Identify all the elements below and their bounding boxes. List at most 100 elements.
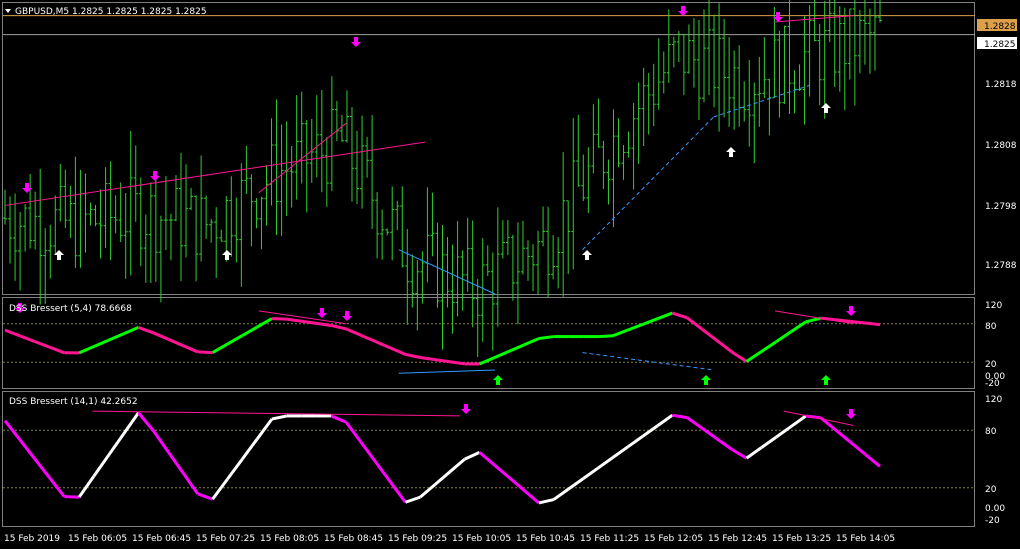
down-arrow-icon: [678, 6, 688, 16]
price-tick: 1.2798: [985, 202, 1017, 212]
price-bar: [199, 155, 204, 262]
oscillator-segment: [92, 454, 111, 477]
oscillator-segment: [18, 438, 36, 460]
oscillator-segment: [715, 339, 733, 354]
price-bar: [571, 118, 576, 270]
oscillator-segment: [181, 471, 200, 495]
price-bar: [767, 79, 772, 136]
price-bar: [179, 152, 184, 282]
down-arrow-icon: [846, 306, 856, 316]
price-bar: [405, 229, 410, 325]
oscillator-segment: [166, 450, 185, 474]
price-bar: [214, 207, 219, 278]
price-bar: [375, 191, 380, 259]
price-bar: [239, 163, 244, 287]
price-bar: [460, 250, 465, 311]
ind1-tick: 20: [985, 360, 997, 370]
price-bar: [98, 189, 103, 259]
ind2-tick: 20: [985, 485, 997, 495]
divergence-line: [582, 352, 714, 371]
price-bar: [274, 99, 279, 236]
trading-chart[interactable]: GBPUSD,M5 1.2825 1.2825 1.2825 1.2825 DS…: [0, 0, 1020, 549]
oscillator-segment: [523, 337, 540, 347]
price-bar: [651, 63, 656, 127]
price-bar: [701, 9, 706, 103]
main-pane[interactable]: [2, 2, 975, 295]
price-bar: [727, 37, 732, 127]
price-bar: [616, 118, 621, 168]
oscillator-segment: [389, 481, 407, 504]
oscillator-segment: [864, 453, 881, 468]
price-bar: [611, 109, 616, 228]
divergence-line: [92, 410, 461, 417]
price-bar: [666, 9, 671, 83]
oscillator-segment: [48, 476, 66, 498]
down-arrow-icon: [150, 171, 160, 181]
up-arrow-icon: [726, 147, 736, 157]
price-bar: [691, 18, 696, 88]
indicator1-label: DSS Bressert (5,4) 78.6668: [9, 304, 132, 314]
price-bar: [510, 234, 515, 301]
up-arrow-icon: [701, 375, 711, 385]
oscillator-segment: [419, 483, 437, 499]
price-bar: [204, 195, 209, 239]
down-arrow-icon: [846, 409, 856, 419]
price-bar: [299, 91, 304, 184]
price-bar: [561, 152, 566, 297]
oscillator-segment: [271, 414, 288, 421]
price-bar: [656, 38, 661, 110]
oscillator-segment: [286, 317, 302, 323]
price-bar: [671, 36, 676, 68]
oscillator-segment: [671, 311, 688, 320]
price-bar: [596, 98, 601, 148]
price-bar: [254, 198, 259, 229]
price-bar: [440, 225, 445, 350]
price-bar: [118, 182, 123, 242]
oscillator-segment: [375, 340, 392, 350]
price-bar: [822, 1, 827, 119]
oscillator-segment: [137, 326, 154, 335]
divergence-line: [582, 116, 715, 251]
price-bar: [536, 230, 541, 295]
price-bar: [661, 51, 666, 94]
price-bar: [475, 278, 480, 358]
price-bar: [334, 100, 339, 142]
symbol-menu-icon[interactable]: [5, 9, 11, 13]
price-bar: [3, 189, 7, 225]
oscillator-segment: [805, 316, 822, 324]
indicator1-pane[interactable]: [2, 297, 975, 389]
main-header: GBPUSD,M5 1.2825 1.2825 1.2825 1.2825: [15, 7, 207, 17]
oscillator-segment: [123, 326, 140, 336]
up-arrow-icon: [222, 250, 232, 260]
oscillator-segment: [538, 498, 555, 505]
oscillator-segment: [865, 321, 881, 327]
oscillator-segment: [33, 457, 51, 479]
price-bar: [324, 137, 329, 207]
oscillator-segment: [701, 426, 718, 440]
price-bar: [747, 60, 752, 147]
price-bar: [23, 204, 28, 252]
oscillator-segment: [211, 478, 229, 501]
oscillator-segment: [152, 331, 169, 341]
time-label: 15 Feb 13:25: [772, 534, 831, 544]
time-label: 15 Feb 07:25: [196, 534, 255, 544]
price-bar: [541, 206, 546, 247]
price-bar: [525, 240, 530, 281]
bid-price-label: 1.2825: [984, 40, 1016, 50]
down-arrow-icon: [461, 404, 471, 414]
up-arrow-icon: [582, 250, 592, 260]
time-axis: 15 Feb 2019 15 Feb 06:05 15 Feb 06:45 15…: [4, 534, 895, 544]
down-arrow-icon: [342, 311, 352, 321]
divergence-line: [398, 369, 496, 374]
oscillator-segment: [197, 492, 214, 501]
oscillator-segment: [849, 440, 867, 456]
price-bar: [113, 195, 118, 234]
divergence-line: [713, 84, 811, 118]
oscillator-segment: [182, 344, 199, 354]
price-bar: [591, 104, 596, 174]
price-bar: [581, 154, 586, 202]
oscillator-segment: [657, 311, 673, 321]
price-bar: [772, 6, 777, 99]
price-tick: 1.2808: [985, 141, 1017, 151]
price-tick: 1.2788: [985, 261, 1017, 271]
